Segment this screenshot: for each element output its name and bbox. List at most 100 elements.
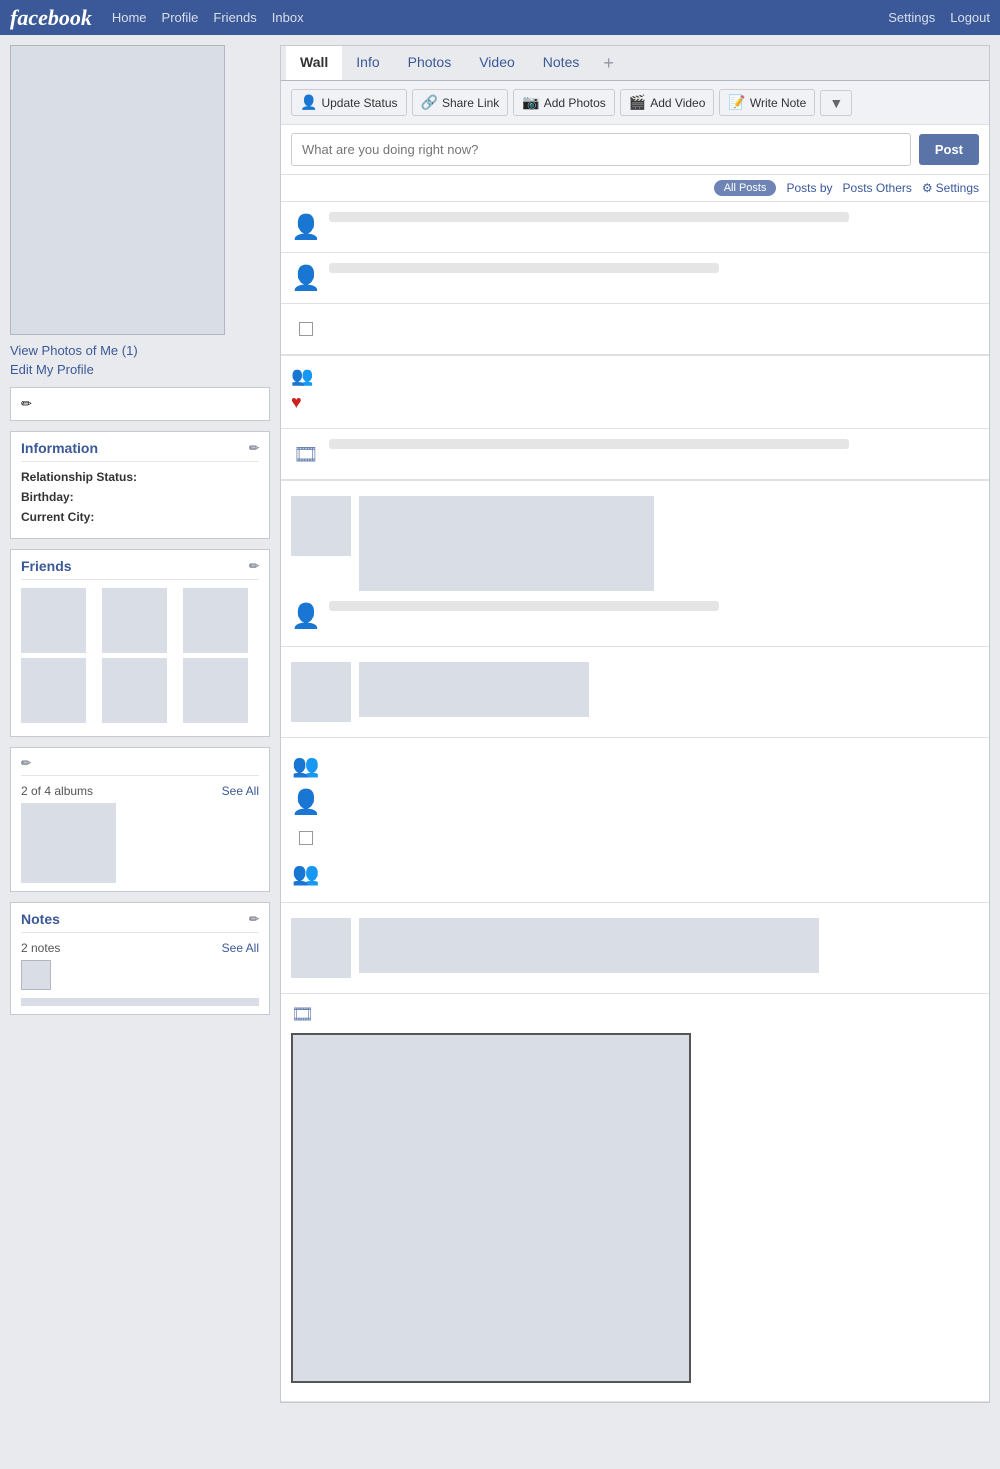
friend-thumb-3[interactable] xyxy=(183,588,248,653)
profile-links: View Photos of Me (1) Edit My Profile xyxy=(10,343,270,377)
film-icon-1: 🎞 xyxy=(293,442,318,467)
user-silhouette-icon-2: 👤 xyxy=(291,264,321,293)
feed-avatar-8d: 👥 xyxy=(291,859,321,889)
view-photos-link[interactable]: View Photos of Me (1) xyxy=(10,343,270,358)
feed-heart-row: ♥ xyxy=(291,392,979,413)
sidebar-scroll-bar[interactable] xyxy=(21,998,259,1006)
action-bar: 👤 Update Status 🔗 Share Link 📷 Add Photo… xyxy=(281,81,989,125)
feed-meta-row-10: 🎞 xyxy=(291,1004,979,1025)
albums-section: ✏ 2 of 4 albums See All xyxy=(10,747,270,892)
note-thumbnail[interactable] xyxy=(21,960,51,990)
write-note-button[interactable]: 📝 Write Note xyxy=(719,89,815,116)
feed-item-1: 👤 xyxy=(281,202,989,253)
feed-avatar-2: 👤 xyxy=(291,263,321,293)
albums-see-all[interactable]: See All xyxy=(222,784,259,798)
feed-medium-thumb-1 xyxy=(359,662,589,717)
link-icon: 🔗 xyxy=(421,94,438,111)
feed-item-10: 🎞 xyxy=(281,994,989,1402)
nav-settings[interactable]: Settings xyxy=(888,10,935,25)
albums-edit-icon[interactable]: ✏ xyxy=(21,756,31,770)
post-button[interactable]: Post xyxy=(919,134,979,165)
bio-section: ✏ xyxy=(10,387,270,421)
photo-icon: 📷 xyxy=(522,94,539,111)
feed-content-2 xyxy=(329,263,979,277)
feed-checkbox-1 xyxy=(291,314,321,344)
tab-notes[interactable]: Notes xyxy=(529,46,594,80)
birthday-label: Birthday: xyxy=(21,490,74,504)
nav-friends[interactable]: Friends xyxy=(213,10,256,25)
status-input[interactable] xyxy=(291,133,911,166)
feed-image-block-2 xyxy=(291,662,979,722)
feed-item-8a: 👥 xyxy=(291,748,979,784)
checkbox-icon-1 xyxy=(299,322,313,336)
profile-tabs: Wall Info Photos Video Notes + xyxy=(281,46,989,81)
posts-by-others-link[interactable]: Posts Others xyxy=(843,181,912,195)
feed-meta-row-4: 👥 xyxy=(291,366,979,387)
posts-by-link[interactable]: Posts by xyxy=(786,181,832,195)
share-link-button[interactable]: 🔗 Share Link xyxy=(412,89,509,116)
notes-count-row: 2 notes See All xyxy=(21,941,259,955)
feed-film-icon: 🎞 xyxy=(291,439,321,469)
nav-inbox[interactable]: Inbox xyxy=(272,10,304,25)
relationship-status-row: Relationship Status: xyxy=(21,470,259,484)
information-edit-icon[interactable]: ✏ xyxy=(249,441,259,455)
action-dropdown-button[interactable]: ▼ xyxy=(820,90,852,116)
feed-line-2 xyxy=(329,263,719,273)
add-photos-button[interactable]: 📷 Add Photos xyxy=(513,89,614,116)
friend-thumb-5[interactable] xyxy=(102,658,167,723)
nav-logout[interactable]: Logout xyxy=(950,10,990,25)
friend-thumb-6[interactable] xyxy=(183,658,248,723)
feed-item-4: 👥 ♥ xyxy=(281,356,989,429)
tab-photos[interactable]: Photos xyxy=(394,46,466,80)
user-silhouette-icon-1: 👤 xyxy=(291,213,321,242)
albums-header: ✏ xyxy=(21,756,259,776)
user-icon: 👤 xyxy=(300,94,317,111)
nav-profile[interactable]: Profile xyxy=(162,10,199,25)
main-content: Wall Info Photos Video Notes + 👤 Update … xyxy=(280,45,990,1403)
feed-item-8b: 👤 xyxy=(291,784,979,820)
feed-video-embed[interactable] xyxy=(291,1033,691,1383)
feed-content-1 xyxy=(329,212,979,226)
nav-home[interactable]: Home xyxy=(112,10,147,25)
tab-add-icon[interactable]: + xyxy=(593,48,624,79)
group-icon-3: 👥 xyxy=(292,861,319,887)
feed-content-5 xyxy=(329,439,979,453)
settings-icon: ⚙ xyxy=(922,181,933,195)
feed-line-5 xyxy=(329,439,849,449)
feed-item-2: 👤 xyxy=(281,253,989,304)
update-status-button[interactable]: 👤 Update Status xyxy=(291,89,407,116)
notes-edit-icon[interactable]: ✏ xyxy=(249,912,259,926)
write-note-label: Write Note xyxy=(750,96,806,110)
current-city-row: Current City: xyxy=(21,510,259,524)
feed-item-8c xyxy=(291,820,979,856)
add-video-button[interactable]: 🎬 Add Video xyxy=(620,89,715,116)
album-thumbnail[interactable] xyxy=(21,803,116,883)
friend-thumb-2[interactable] xyxy=(102,588,167,653)
feed-item-8d: 👥 xyxy=(291,856,979,892)
feed-line-1 xyxy=(329,212,849,222)
feed-item-7 xyxy=(281,647,989,738)
add-video-label: Add Video xyxy=(650,96,705,110)
friends-section: Friends ✏ xyxy=(10,549,270,737)
tab-info[interactable]: Info xyxy=(342,46,393,80)
tab-video[interactable]: Video xyxy=(465,46,529,80)
settings-label: Settings xyxy=(936,181,979,195)
edit-profile-link[interactable]: Edit My Profile xyxy=(10,362,270,377)
add-photos-label: Add Photos xyxy=(544,96,606,110)
friends-edit-icon[interactable]: ✏ xyxy=(249,559,259,573)
friend-thumb-4[interactable] xyxy=(21,658,86,723)
friend-thumb-1[interactable] xyxy=(21,588,86,653)
feed-image-block-1 xyxy=(291,496,979,591)
checkbox-icon-2 xyxy=(299,831,313,845)
information-title: Information xyxy=(21,440,98,456)
feed-item-6b: 👤 xyxy=(291,596,979,636)
all-posts-button[interactable]: All Posts xyxy=(714,180,777,196)
notes-see-all[interactable]: See All xyxy=(222,941,259,955)
feed-avatar-1: 👤 xyxy=(291,212,321,242)
feed-line-6 xyxy=(329,601,719,611)
filter-settings-link[interactable]: ⚙ Settings xyxy=(922,181,979,195)
bio-edit-icon[interactable]: ✏ xyxy=(21,396,32,411)
feed-checkbox-2 xyxy=(291,823,321,853)
note-icon: 📝 xyxy=(728,94,745,111)
tab-wall[interactable]: Wall xyxy=(286,46,342,80)
